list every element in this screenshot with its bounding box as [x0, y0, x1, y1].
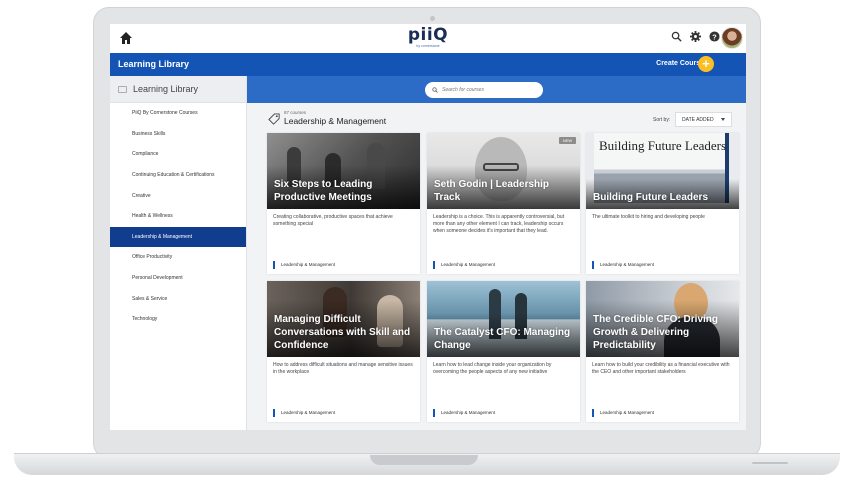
category-sidebar: Learning Library PiiQ By Cornerstone Cou…	[110, 76, 247, 430]
new-badge: NEW	[559, 137, 576, 144]
course-category: Leadership & Management	[273, 261, 335, 269]
course-category: Leadership & Management	[273, 409, 335, 417]
course-title: Seth Godin | Leadership Track	[434, 179, 550, 203]
sidebar-item-health-wellness[interactable]: Health & Wellness	[110, 206, 246, 227]
sidebar-header[interactable]: Learning Library	[110, 76, 246, 103]
course-title: Six Steps to Leading Productive Meetings	[274, 179, 373, 203]
course-card[interactable]: The Credible CFO: Driving Growth & Deliv…	[586, 281, 739, 422]
top-bar: piiQ by cornerstone ?	[110, 24, 746, 53]
svg-text:?: ?	[712, 32, 717, 41]
course-card[interactable]: Six Steps to Leading Productive Meetings…	[267, 133, 420, 274]
create-course-label[interactable]: Create Course	[656, 60, 704, 67]
sort-label: Sort by:	[653, 117, 671, 123]
chevron-down-icon	[721, 118, 725, 121]
course-description: Learn how to build your credibility as a…	[592, 362, 730, 375]
course-search-input[interactable]	[442, 87, 537, 93]
course-thumbnail: Managing Difficult Conversations with Sk…	[267, 281, 420, 357]
section-header: Learning Library Create Course +	[110, 53, 746, 76]
sidebar-item-business-skills[interactable]: Business Skills	[110, 124, 246, 145]
sidebar-item-leadership[interactable]: Leadership & Management	[110, 226, 246, 248]
tag-icon	[268, 113, 280, 125]
course-category: Leadership & Management	[592, 409, 654, 417]
course-description: The ultimate toolkit to hiring and devel…	[592, 214, 705, 220]
sidebar-item-piiq-courses[interactable]: PiiQ By Cornerstone Courses	[110, 103, 246, 124]
cover-title: Building Future Leaders	[598, 138, 727, 153]
course-category: Leadership & Management	[592, 261, 654, 269]
logo-subtext: by cornerstone	[416, 44, 440, 48]
course-description: Learn how to lead change inside your org…	[433, 362, 552, 375]
course-thumbnail: The Catalyst CFO: Managing Change	[427, 281, 580, 357]
course-card[interactable]: Managing Difficult Conversations with Sk…	[267, 281, 420, 422]
course-card[interactable]: The Catalyst CFO: Managing Change Learn …	[427, 281, 580, 422]
sidebar-item-compliance[interactable]: Compliance	[110, 144, 246, 165]
course-title: The Catalyst CFO: Managing Change	[434, 327, 571, 351]
section-title: Learning Library	[118, 59, 190, 69]
search-icon[interactable]	[671, 31, 682, 42]
logo-text: piiQ	[407, 25, 449, 45]
course-card[interactable]: NEW Seth Godin | Leadership Track Leader…	[427, 133, 580, 274]
sidebar-item-technology[interactable]: Technology	[110, 309, 246, 330]
search-icon	[432, 87, 438, 93]
course-title: The Credible CFO: Driving Growth & Deliv…	[593, 314, 719, 351]
course-title: Managing Difficult Conversations with Sk…	[274, 314, 411, 351]
course-thumbnail: Building Future Leaders Building Future …	[586, 133, 739, 209]
app-screen: piiQ by cornerstone ? Learning Library C…	[110, 24, 746, 430]
help-icon[interactable]: ?	[709, 31, 720, 42]
course-title: Building Future Leaders	[593, 192, 709, 203]
course-thumbnail: NEW Seth Godin | Leadership Track	[427, 133, 580, 209]
course-description: Leadership is a choice. This is apparent…	[433, 214, 565, 234]
gear-icon[interactable]	[690, 31, 701, 42]
collection-title: Leadership & Management	[284, 116, 387, 126]
sidebar-title: Learning Library	[133, 84, 199, 94]
top-icons: ?	[671, 31, 720, 42]
course-category: Leadership & Management	[433, 409, 495, 417]
search-band	[247, 76, 746, 103]
sidebar-item-creative[interactable]: Creative	[110, 185, 246, 206]
library-icon	[118, 85, 127, 93]
sidebar-item-office-productivity[interactable]: Office Productivity	[110, 247, 246, 268]
sidebar-item-personal-development[interactable]: Personal Development	[110, 268, 246, 289]
course-card[interactable]: Building Future Leaders Building Future …	[586, 133, 739, 274]
course-thumbnail: Six Steps to Leading Productive Meetings	[267, 133, 420, 209]
sort-value: DATE ADDED	[682, 116, 714, 123]
course-description: Creating collaborative, productive space…	[273, 214, 393, 227]
camera-dot	[430, 16, 435, 21]
course-count: 87 courses	[284, 110, 307, 115]
search-box	[425, 82, 543, 98]
course-description: How to address difficult situations and …	[273, 362, 413, 375]
user-avatar[interactable]	[721, 27, 743, 49]
sidebar-item-continuing-education[interactable]: Continuing Education & Certifications	[110, 165, 246, 186]
course-thumbnail: The Credible CFO: Driving Growth & Deliv…	[586, 281, 739, 357]
laptop-notch	[370, 455, 478, 465]
plus-icon[interactable]: +	[698, 56, 714, 72]
sort-select[interactable]: DATE ADDED	[675, 112, 732, 127]
laptop-base-vent	[752, 462, 788, 464]
piiq-logo[interactable]: piiQ by cornerstone	[398, 27, 458, 49]
home-icon[interactable]	[119, 31, 133, 45]
course-category: Leadership & Management	[433, 261, 495, 269]
sidebar-item-sales-service[interactable]: Sales & Service	[110, 288, 246, 309]
